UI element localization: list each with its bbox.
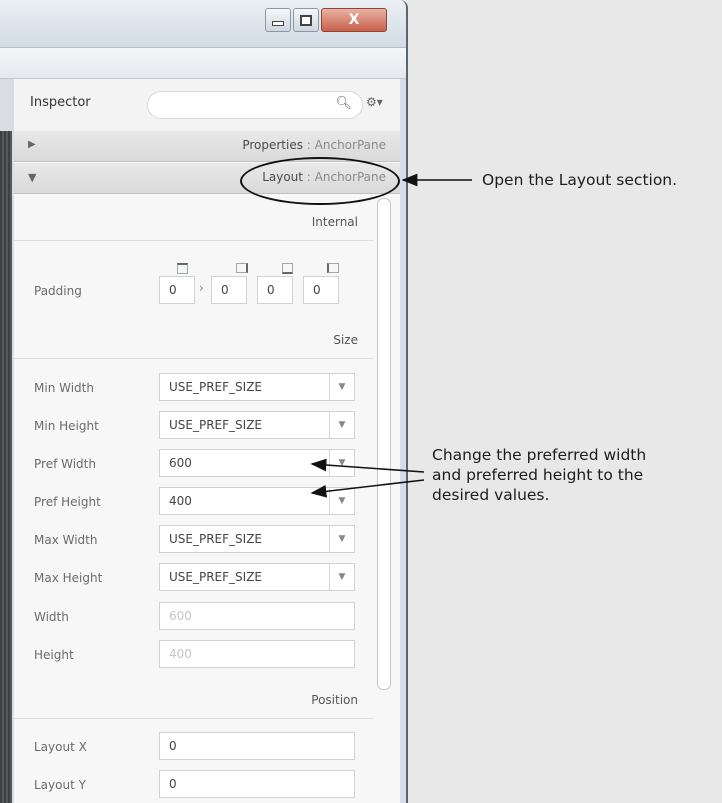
pref-width-combo[interactable]: 600 ▼: [159, 449, 355, 477]
max-width-label: Max Width: [34, 533, 98, 547]
pref-height-combo[interactable]: 400 ▼: [159, 487, 355, 515]
collapsed-arrow-icon: ▶: [28, 139, 36, 150]
height-label: Height: [34, 648, 74, 662]
chevron-down-icon[interactable]: ▼: [329, 412, 354, 438]
padding-right-field[interactable]: 0: [211, 276, 247, 304]
padding-bottom-field[interactable]: 0: [257, 276, 293, 304]
max-height-label: Max Height: [34, 571, 103, 585]
width-label: Width: [34, 610, 69, 624]
left-panel-edge: [0, 79, 12, 803]
minimize-button[interactable]: [265, 8, 291, 32]
callout-change-pref-line1: Change the preferred width: [432, 446, 647, 464]
vertical-scrollbar[interactable]: [377, 198, 391, 690]
close-button[interactable]: X: [321, 8, 387, 32]
maximize-icon: [300, 14, 312, 26]
section-properties-label: Properties : AnchorPane: [242, 138, 386, 152]
inspector-search-input[interactable]: 🔍︎: [147, 91, 363, 119]
callout-change-pref: Change the preferred width and preferred…: [432, 445, 646, 505]
min-height-label: Min Height: [34, 419, 99, 433]
padding-top-icon: [177, 263, 188, 274]
group-position: Position: [14, 682, 374, 719]
group-internal: Internal: [14, 204, 374, 241]
scene-builder-window: X Inspector 🔍︎ ⚙▾ ▶ Properties : AnchorP…: [0, 0, 408, 803]
min-width-label: Min Width: [34, 381, 94, 395]
title-bar: X: [0, 0, 406, 48]
group-internal-label: Internal: [311, 215, 358, 229]
link-chevron-icon[interactable]: ›: [199, 281, 204, 295]
layout-x-label: Layout X: [34, 740, 87, 754]
padding-bottom-icon: [282, 263, 293, 274]
toolbar-strip: [0, 48, 406, 79]
chevron-down-icon[interactable]: ▼: [329, 526, 354, 552]
minimize-icon: [272, 20, 284, 26]
callout-change-pref-line3: desired values.: [432, 486, 550, 504]
min-height-combo[interactable]: USE_PREF_SIZE ▼: [159, 411, 355, 439]
gear-menu-icon[interactable]: ⚙▾: [366, 95, 383, 109]
padding-top-field[interactable]: 0: [159, 276, 195, 304]
layout-section-highlight: [240, 157, 400, 205]
chevron-down-icon[interactable]: ▼: [329, 450, 354, 476]
maximize-button[interactable]: [293, 8, 319, 32]
callout-open-layout: Open the Layout section.: [482, 171, 678, 189]
group-position-label: Position: [311, 693, 358, 707]
left-panel-edge-top: [0, 79, 15, 131]
max-height-combo[interactable]: USE_PREF_SIZE ▼: [159, 563, 355, 591]
layout-x-field[interactable]: 0: [159, 732, 355, 760]
chevron-down-icon[interactable]: ▼: [329, 488, 354, 514]
pref-width-label: Pref Width: [34, 457, 96, 471]
inspector-title: Inspector: [30, 95, 91, 110]
callout-change-pref-line2: and preferred height to the: [432, 466, 644, 484]
padding-label: Padding: [34, 284, 82, 298]
pref-height-label: Pref Height: [34, 495, 101, 509]
group-size-label: Size: [333, 333, 358, 347]
layout-section-content: Internal Padding 0 › 0 0 0 Size Min Widt…: [14, 194, 400, 803]
height-readonly-field: 400: [159, 640, 355, 668]
search-icon: 🔍︎: [335, 96, 352, 111]
padding-left-field[interactable]: 0: [303, 276, 339, 304]
group-size: Size: [14, 322, 374, 359]
min-width-combo[interactable]: USE_PREF_SIZE ▼: [159, 373, 355, 401]
close-icon: X: [348, 12, 360, 28]
padding-right-icon: [236, 263, 248, 273]
layout-y-label: Layout Y: [34, 778, 86, 792]
layout-y-field[interactable]: 0: [159, 770, 355, 798]
chevron-down-icon[interactable]: ▼: [329, 374, 354, 400]
width-readonly-field: 600: [159, 602, 355, 630]
inspector-header: Inspector 🔍︎ ⚙▾: [14, 79, 400, 132]
chevron-down-icon[interactable]: ▼: [329, 564, 354, 590]
padding-left-icon: [327, 263, 339, 273]
expanded-arrow-icon: ▼: [28, 171, 37, 184]
max-width-combo[interactable]: USE_PREF_SIZE ▼: [159, 525, 355, 553]
